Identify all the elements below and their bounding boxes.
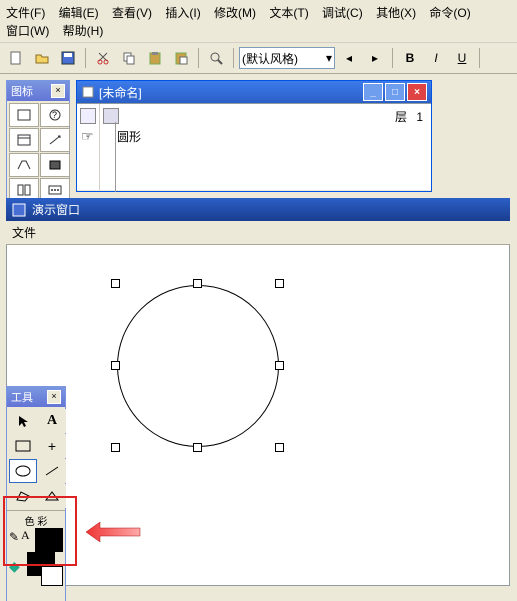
icon-cell[interactable] [9, 153, 39, 177]
open-button[interactable] [30, 46, 54, 70]
icon-cell[interactable] [40, 128, 70, 152]
layer-indicator: 层 1 [395, 108, 423, 125]
paste2-button[interactable] [169, 46, 193, 70]
find-button[interactable] [204, 46, 228, 70]
save-button[interactable] [56, 46, 80, 70]
menu-help[interactable]: 帮助(H) [63, 24, 104, 38]
preview-window: 演示窗口 文件 [6, 198, 510, 586]
separator [479, 48, 480, 68]
preview-menubar: 文件 [6, 221, 510, 245]
document-titlebar[interactable]: [未命名] _ □ × [77, 81, 431, 103]
handle-e[interactable] [275, 361, 284, 370]
doc-icon [81, 85, 95, 99]
close-icon[interactable]: × [51, 84, 65, 98]
handle-sw[interactable] [111, 443, 120, 452]
chevron-down-icon: ▾ [326, 51, 332, 65]
rect-tool[interactable] [9, 434, 37, 458]
icon-cell[interactable] [9, 103, 39, 127]
layer-label: 层 [395, 110, 407, 124]
separator [392, 48, 393, 68]
tree-connector [115, 122, 116, 192]
handle-n[interactable] [193, 279, 202, 288]
tools-palette: 工具 × A + 色 彩 ✎ A ◆ 线 型 [6, 386, 66, 601]
style-prev-button[interactable]: ◂ [337, 46, 361, 70]
line-tool[interactable] [38, 459, 66, 483]
circle-shape[interactable] [117, 285, 279, 447]
tree-root-icon[interactable] [103, 108, 119, 124]
canvas[interactable] [6, 245, 510, 586]
handle-se[interactable] [275, 443, 284, 452]
highlight-annotation [3, 496, 77, 566]
select-tool[interactable] [9, 409, 37, 433]
bg-color-swatch[interactable] [41, 566, 63, 586]
close-icon[interactable]: × [47, 390, 61, 404]
text-tool[interactable]: A [38, 409, 66, 433]
crosshair-tool[interactable]: + [38, 434, 66, 458]
menu-insert[interactable]: 插入(I) [165, 6, 200, 20]
new-button[interactable] [4, 46, 28, 70]
underline-button[interactable]: U [450, 46, 474, 70]
svg-text:?: ? [52, 110, 57, 120]
work-area: 图标 × ? WAIT [未命名] _ □ × ☞ [0, 74, 517, 601]
menu-file[interactable]: 文件(F) [6, 6, 45, 20]
icon-cell[interactable] [9, 128, 39, 152]
preview-icon [12, 203, 26, 217]
menu-other[interactable]: 其他(X) [376, 6, 416, 20]
cut-button[interactable] [91, 46, 115, 70]
icons-palette-title[interactable]: 图标 × [7, 81, 69, 101]
preview-menu-file[interactable]: 文件 [12, 226, 36, 240]
tools-palette-title[interactable]: 工具 × [7, 387, 65, 407]
minimize-button[interactable]: _ [363, 83, 383, 101]
paste-button[interactable] [143, 46, 167, 70]
menu-edit[interactable]: 编辑(E) [59, 6, 99, 20]
palette-title-text: 图标 [11, 83, 33, 99]
copy-button[interactable] [117, 46, 141, 70]
maximize-button[interactable]: □ [385, 83, 405, 101]
menu-command[interactable]: 命令(O) [429, 6, 470, 20]
main-toolbar: (默认风格) ▾ ◂ ▸ B I U [0, 43, 517, 74]
pointer-icon: ☞ [81, 128, 95, 145]
menu-bar: 文件(F) 编辑(E) 查看(V) 插入(I) 修改(M) 文本(T) 调试(C… [0, 0, 517, 43]
icon-cell[interactable] [40, 153, 70, 177]
separator [85, 48, 86, 68]
palette-title-text: 工具 [11, 389, 33, 405]
ellipse-tool[interactable] [9, 459, 37, 483]
menu-modify[interactable]: 修改(M) [214, 6, 256, 20]
preview-titlebar[interactable]: 演示窗口 [6, 198, 510, 221]
menu-text[interactable]: 文本(T) [269, 6, 308, 20]
close-button[interactable]: × [407, 83, 427, 101]
style-next-button[interactable]: ▸ [363, 46, 387, 70]
separator [198, 48, 199, 68]
italic-button[interactable]: I [424, 46, 448, 70]
layer-number: 1 [416, 110, 423, 124]
icon-cell[interactable]: ? [40, 103, 70, 127]
bold-button[interactable]: B [398, 46, 422, 70]
document-window: [未命名] _ □ × ☞ 圆形 层 1 [76, 80, 432, 192]
tree-node[interactable]: 圆形 [117, 128, 141, 145]
document-body: ☞ 圆形 层 1 [77, 103, 431, 190]
doc-tree: 圆形 [103, 108, 141, 145]
style-dropdown[interactable]: (默认风格) ▾ [239, 47, 335, 69]
doc-sidebar: ☞ [77, 104, 100, 190]
tools-grid: A + [7, 407, 65, 510]
menu-window[interactable]: 窗口(W) [6, 24, 49, 38]
frame-thumb-icon[interactable] [80, 108, 96, 124]
style-value: (默认风格) [242, 50, 298, 67]
handle-s[interactable] [193, 443, 202, 452]
menu-debug[interactable]: 调试(C) [322, 6, 363, 20]
menu-view[interactable]: 查看(V) [112, 6, 152, 20]
preview-title-text: 演示窗口 [32, 201, 80, 218]
arrow-annotation [86, 522, 142, 542]
document-title: [未命名] [99, 84, 142, 101]
separator [233, 48, 234, 68]
handle-nw[interactable] [111, 279, 120, 288]
handle-w[interactable] [111, 361, 120, 370]
handle-ne[interactable] [275, 279, 284, 288]
